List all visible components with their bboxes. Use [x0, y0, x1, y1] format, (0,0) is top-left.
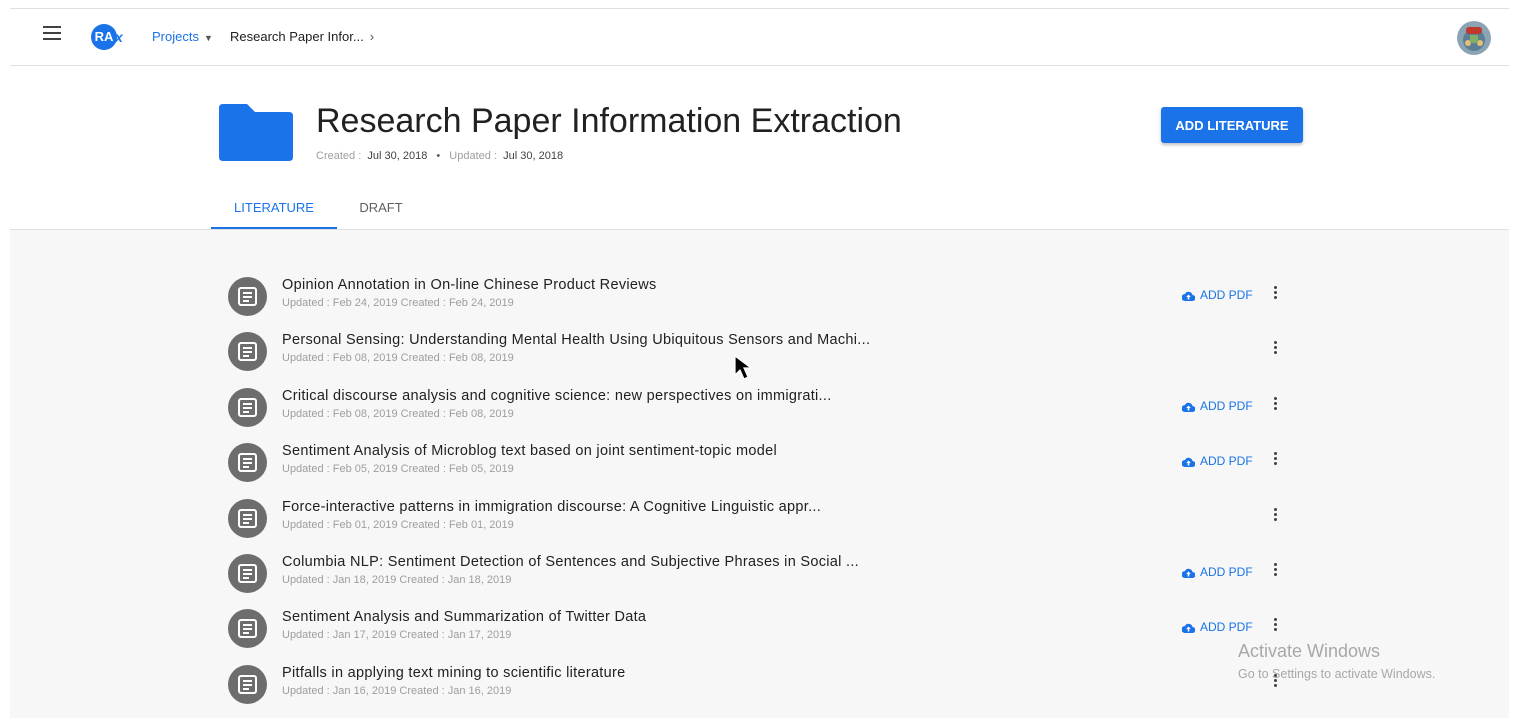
- list-item[interactable]: Pitfalls in applying text mining to scie…: [228, 663, 1288, 715]
- windows-activation-watermark: Activate Windows Go to Settings to activ…: [1238, 641, 1435, 681]
- literature-title[interactable]: Force-interactive patterns in immigratio…: [282, 499, 821, 515]
- watermark-line-1: Activate Windows: [1238, 641, 1381, 661]
- literature-dates: Updated : Jan 18, 2019 Created : Jan 18,…: [282, 574, 512, 586]
- literature-title[interactable]: Sentiment Analysis of Microblog text bas…: [282, 443, 777, 459]
- add-pdf-label: ADD PDF: [1200, 620, 1253, 635]
- document-icon: [228, 498, 267, 538]
- literature-title[interactable]: Pitfalls in applying text mining to scie…: [282, 665, 626, 681]
- created-label: Created :: [316, 150, 362, 162]
- literature-title[interactable]: Sentiment Analysis and Summarization of …: [282, 609, 646, 625]
- app-logo[interactable]: RA: [91, 24, 117, 50]
- more-vert-icon[interactable]: [1268, 616, 1282, 636]
- tab-draft[interactable]: DRAFT: [345, 187, 417, 227]
- project-dates: Created : Jul 30, 2018 • Updated : Jul 3…: [316, 150, 563, 162]
- document-icon: [228, 387, 267, 427]
- list-item[interactable]: Force-interactive patterns in immigratio…: [228, 497, 1288, 549]
- add-literature-button[interactable]: ADD LITERATURE: [1161, 107, 1303, 143]
- created-value: Jul 30, 2018: [367, 150, 428, 162]
- literature-title[interactable]: Columbia NLP: Sentiment Detection of Sen…: [282, 554, 859, 570]
- add-pdf-button[interactable]: ADD PDF: [1181, 288, 1253, 302]
- literature-dates: Updated : Jan 16, 2019 Created : Jan 16,…: [282, 684, 512, 697]
- more-vert-icon[interactable]: [1268, 450, 1282, 470]
- cloud-upload-icon: [1181, 568, 1196, 578]
- breadcrumb-projects[interactable]: Projects ▼: [152, 29, 213, 44]
- app-bar: RA x Projects ▼ Research Paper Infor... ›: [10, 9, 1509, 66]
- literature-dates: Updated : Jan 17, 2019 Created : Jan 17,…: [282, 629, 512, 642]
- add-pdf-button[interactable]: ADD PDF: [1181, 398, 1253, 413]
- updated-value: Jul 30, 2018: [503, 150, 564, 162]
- list-item[interactable]: Critical discourse analysis and cognitiv…: [228, 386, 1288, 438]
- updated-label: Updated :: [449, 150, 497, 162]
- more-vert-icon[interactable]: [1268, 284, 1282, 304]
- literature-dates: Updated : Feb 24, 2019 Created : Feb 24,…: [282, 297, 514, 309]
- breadcrumb-current[interactable]: Research Paper Infor... ›: [230, 29, 374, 44]
- separator-dot: •: [436, 150, 441, 162]
- folder-icon: [219, 104, 293, 161]
- avatar-image-icon: [1457, 21, 1491, 55]
- more-vert-icon[interactable]: [1268, 395, 1282, 415]
- avatar[interactable]: [1457, 21, 1491, 55]
- breadcrumb-current-label: Research Paper Infor...: [230, 29, 364, 44]
- app-logo-suffix: x: [115, 29, 123, 45]
- breadcrumb-projects-label: Projects: [152, 29, 199, 44]
- document-icon: [228, 332, 267, 372]
- cloud-upload-icon: [1181, 457, 1196, 468]
- more-vert-icon[interactable]: [1268, 339, 1282, 359]
- cloud-upload-icon: [1181, 291, 1196, 301]
- document-icon: [228, 664, 267, 704]
- literature-title[interactable]: Critical discourse analysis and cognitiv…: [282, 388, 832, 404]
- literature-dates: Updated : Feb 05, 2019 Created : Feb 05,…: [282, 463, 514, 476]
- cloud-upload-icon: [1181, 402, 1196, 412]
- page-title: Research Paper Information Extraction: [316, 102, 902, 140]
- add-pdf-label: ADD PDF: [1200, 454, 1253, 469]
- list-item[interactable]: Personal Sensing: Understanding Mental H…: [228, 330, 1288, 382]
- literature-dates: Updated : Feb 08, 2019 Created : Feb 08,…: [282, 407, 514, 420]
- add-pdf-label: ADD PDF: [1200, 398, 1253, 413]
- document-icon: [228, 609, 267, 649]
- literature-title[interactable]: Personal Sensing: Understanding Mental H…: [282, 332, 870, 348]
- literature-dates: Updated : Feb 01, 2019 Created : Feb 01,…: [282, 518, 514, 531]
- caret-down-icon: ▼: [203, 33, 213, 43]
- cloud-upload-icon: [1181, 624, 1196, 634]
- literature-dates: Updated : Feb 08, 2019 Created : Feb 08,…: [282, 352, 514, 365]
- list-item[interactable]: Sentiment Analysis of Microblog text bas…: [228, 441, 1288, 493]
- add-pdf-button[interactable]: ADD PDF: [1181, 565, 1253, 579]
- add-pdf-label: ADD PDF: [1200, 288, 1253, 302]
- more-vert-icon[interactable]: [1268, 561, 1282, 581]
- chevron-right-icon: ›: [369, 29, 375, 44]
- document-icon: [228, 554, 267, 593]
- list-item[interactable]: Sentiment Analysis and Summarization of …: [228, 607, 1288, 659]
- add-pdf-button[interactable]: ADD PDF: [1181, 620, 1253, 635]
- mouse-pointer-icon: [734, 355, 753, 380]
- menu-icon[interactable]: [43, 26, 61, 40]
- more-vert-icon[interactable]: [1268, 506, 1282, 526]
- document-icon: [228, 277, 267, 316]
- literature-title[interactable]: Opinion Annotation in On-line Chinese Pr…: [282, 277, 657, 293]
- list-item[interactable]: Columbia NLP: Sentiment Detection of Sen…: [228, 552, 1288, 604]
- watermark-line-2: Go to Settings to activate Windows.: [1238, 667, 1436, 681]
- add-pdf-label: ADD PDF: [1200, 565, 1253, 579]
- document-icon: [228, 443, 267, 483]
- add-pdf-button[interactable]: ADD PDF: [1181, 454, 1253, 469]
- list-item[interactable]: Opinion Annotation in On-line Chinese Pr…: [228, 275, 1288, 327]
- tab-literature[interactable]: LITERATURE: [211, 187, 337, 229]
